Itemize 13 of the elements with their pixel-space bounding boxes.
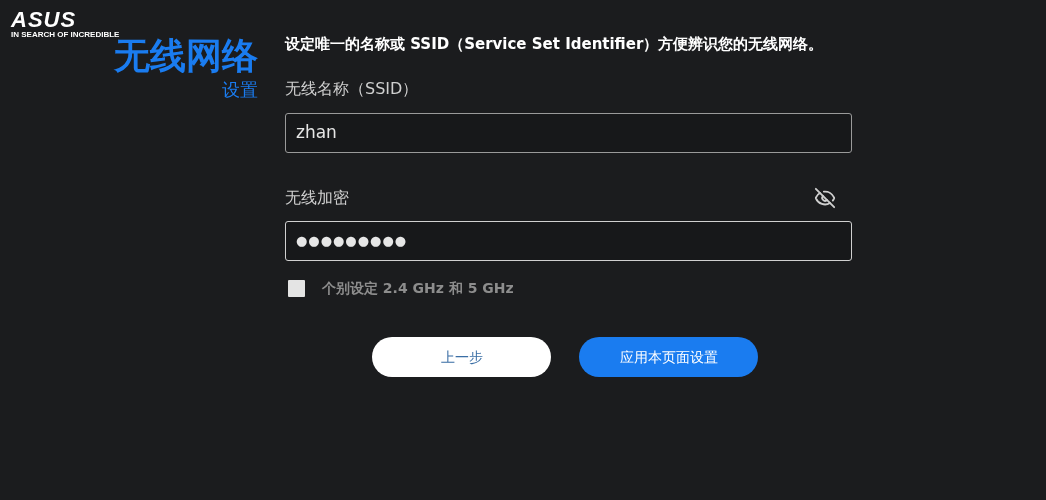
checkbox[interactable] bbox=[288, 280, 305, 297]
page-subtitle: 设置 bbox=[222, 78, 258, 102]
ssid-input[interactable]: zhan bbox=[285, 113, 852, 153]
checkbox-label: 个别设定 2.4 GHz 和 5 GHz bbox=[322, 279, 514, 298]
brand-logo: ASUS bbox=[11, 10, 77, 30]
password-input[interactable]: ●●●●●●●●● bbox=[285, 221, 852, 261]
ssid-label: 无线名称（SSID） bbox=[285, 78, 420, 100]
back-button[interactable]: 上一步 bbox=[372, 337, 551, 377]
password-label: 无线加密 bbox=[285, 187, 349, 209]
description-text: 设定唯一的名称或 SSID（Service Set Identifier）方便辨识您的无线网络。 bbox=[285, 34, 825, 55]
eye-off-icon[interactable] bbox=[814, 187, 836, 209]
brand-tagline: IN SEARCH OF INCREDIBLE bbox=[11, 30, 120, 39]
apply-button[interactable]: 应用本页面设置 bbox=[579, 337, 758, 377]
